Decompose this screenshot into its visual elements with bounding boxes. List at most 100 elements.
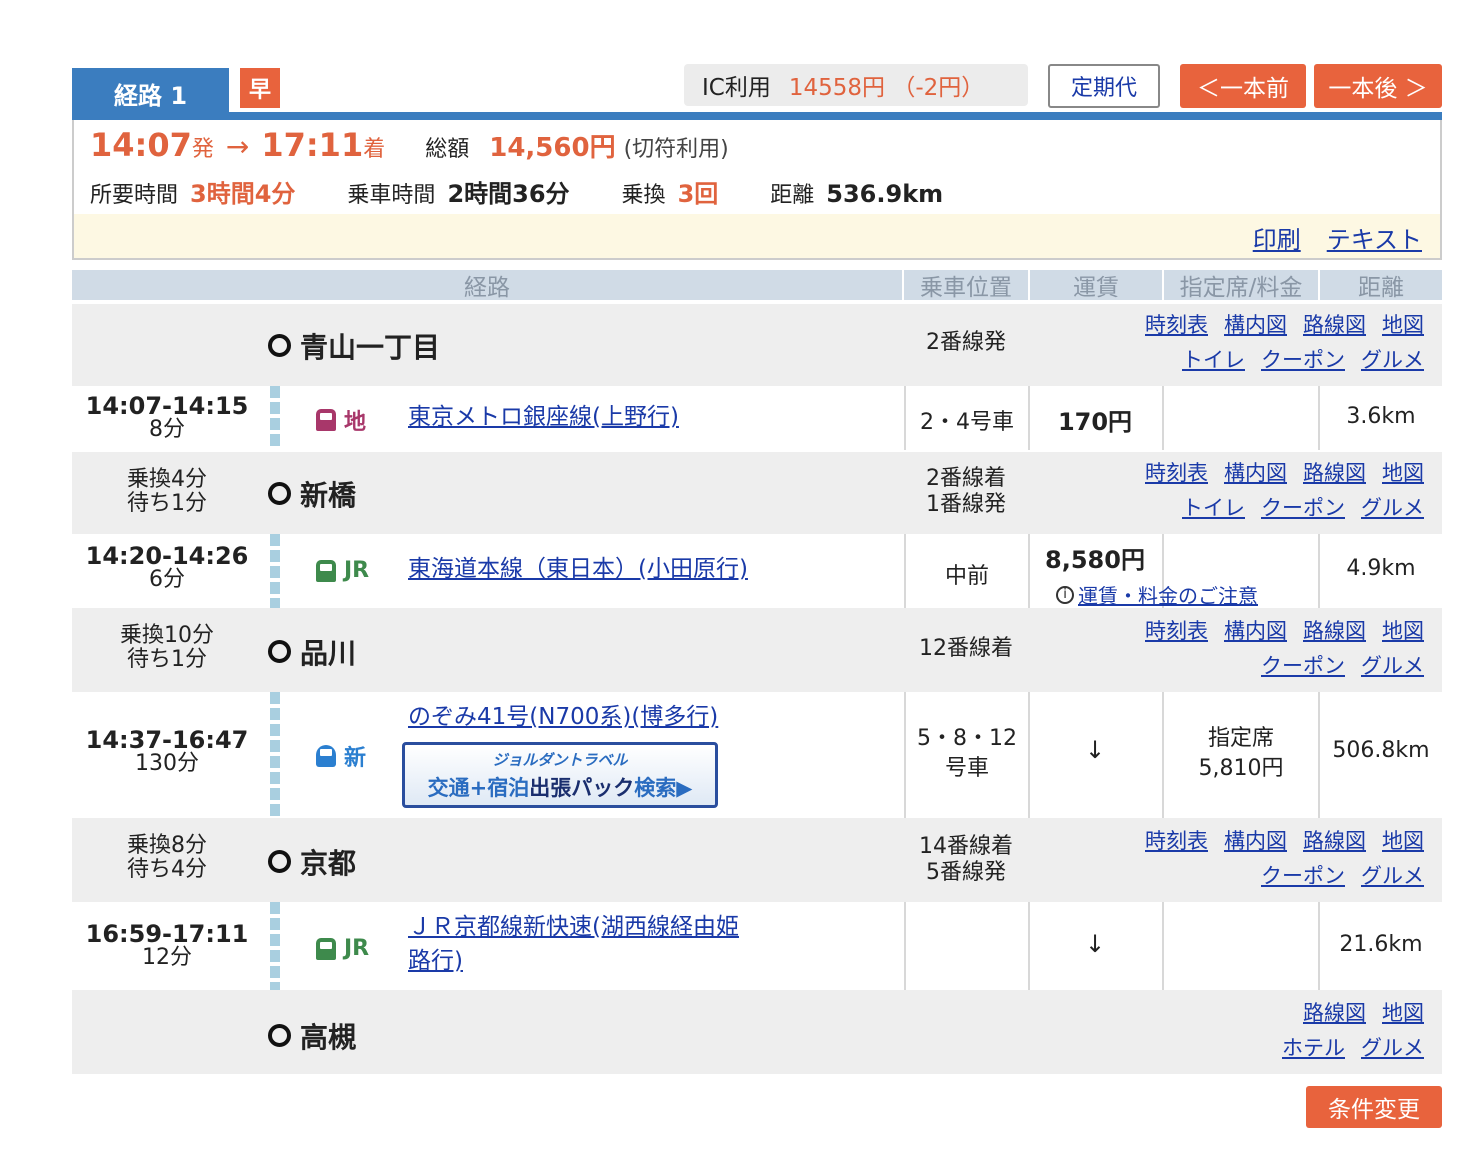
gourmet-link[interactable]: グルメ [1361, 654, 1424, 678]
gourmet-link[interactable]: グルメ [1361, 1036, 1424, 1060]
map-link[interactable]: 地図 [1382, 313, 1424, 337]
rail-line [270, 902, 280, 990]
coupon-link[interactable]: クーポン [1261, 496, 1345, 520]
boarding-position: 5・8・12 号車 [917, 726, 1017, 781]
route-map-link[interactable]: 路線図 [1303, 461, 1366, 485]
fare-value: ↓ [1084, 930, 1106, 958]
banner-text: 交通+宿泊出張パック検索▶ [427, 776, 693, 800]
distance-value: 536.9km [826, 180, 944, 208]
travel-pack-banner[interactable]: ジョルダントラベル 交通+宿泊出張パック検索▶ [402, 742, 718, 808]
line-name-link[interactable]: 東海道本線（東日本）(小田原行) [408, 552, 748, 586]
station-row: 乗換8分 待ち4分 京都 14番線着 5番線発 時刻表 構内図 路線図 地図 クーポン グル… [72, 818, 1442, 902]
next-train-button[interactable]: 一本後 ＞ [1314, 64, 1442, 108]
line-name-link[interactable]: のぞみ41号(N700系)(博多行) [408, 700, 718, 734]
distance-label: 距離 [770, 183, 815, 208]
timetable-link[interactable]: 時刻表 [1145, 461, 1208, 485]
hotel-link[interactable]: ホテル [1282, 1036, 1345, 1060]
fare-notice-link[interactable]: 運賃・料金のご注意 [1078, 580, 1258, 609]
line-type-label: 新 [344, 746, 367, 771]
platform-info: 14番線着 5番線発 [919, 834, 1013, 885]
station-name: 高槻 [300, 1021, 357, 1054]
train-icon [316, 559, 336, 582]
route-tab[interactable]: 経路 1 [72, 68, 229, 118]
col-seat: 指定席/料金 [1164, 270, 1320, 301]
route-map-link[interactable]: 路線図 [1303, 619, 1366, 643]
segment-duration: 12分 [142, 945, 192, 970]
transfer-info: 乗換8分 待ち4分 [127, 833, 207, 882]
station-map-link[interactable]: 構内図 [1224, 619, 1287, 643]
segment-row: 16:59-17:11 12分 JR ＪＲ京都線新快速(湖西線経由姫 路行) ↓ 2… [72, 902, 1442, 990]
station-circle-icon [268, 640, 291, 663]
route-map-link[interactable]: 路線図 [1303, 1001, 1366, 1025]
train-icon [316, 409, 336, 431]
gourmet-link[interactable]: グルメ [1361, 496, 1424, 520]
gourmet-link[interactable]: グルメ [1361, 864, 1424, 888]
gourmet-link[interactable]: グルメ [1361, 348, 1424, 372]
route-map-link[interactable]: 路線図 [1303, 313, 1366, 337]
toilet-link[interactable]: トイレ [1182, 348, 1245, 372]
timetable-link[interactable]: 時刻表 [1145, 619, 1208, 643]
station-circle-icon [268, 850, 291, 873]
transfer-count: 3回 [677, 180, 719, 208]
station-map-link[interactable]: 構内図 [1224, 461, 1287, 485]
depart-suffix: 発 [191, 137, 214, 162]
total-label: 総額 [425, 137, 470, 162]
map-link[interactable]: 地図 [1382, 461, 1424, 485]
summary-times: 14:07 発 → 17:11 着 総額 14,560円 (切符利用) [90, 126, 729, 164]
shinkansen-icon: 新 [316, 740, 366, 772]
depart-time: 14:07 [90, 126, 192, 164]
coupon-link[interactable]: クーポン [1261, 348, 1345, 372]
line-name-link[interactable]: ＪＲ京都線新快速(湖西線経由姫 路行) [408, 910, 739, 978]
ic-fare-box: IC利用 14558円 （-2円） [684, 64, 1028, 106]
col-route: 経路 [72, 270, 904, 301]
transfer-label: 乗換 [621, 183, 666, 208]
map-link[interactable]: 地図 [1382, 619, 1424, 643]
station-links: 時刻表 構内図 路線図 地図 トイレ クーポン グルメ [1129, 308, 1424, 378]
timetable-link[interactable]: 時刻表 [1145, 829, 1208, 853]
transfer-info: 乗換10分 待ち1分 [120, 623, 214, 672]
reserved-seat-fee: 指定席 5,810円 [1198, 726, 1284, 781]
platform-info: 2番線発 [926, 330, 1006, 355]
jr-icon: JR [316, 936, 369, 961]
prev-train-button[interactable]: ＜一本前 [1180, 64, 1306, 108]
segment-duration: 8分 [149, 417, 185, 442]
route-map-link[interactable]: 路線図 [1303, 829, 1366, 853]
station-map-link[interactable]: 構内図 [1224, 829, 1287, 853]
segment-row: 14:07-14:15 8分 地 東京メトロ銀座線(上野行) 2・4号車 170円… [72, 386, 1442, 450]
print-link[interactable]: 印刷 [1253, 220, 1301, 255]
arrow-icon: → [225, 130, 250, 163]
line-name-link[interactable]: 東京メトロ銀座線(上野行) [408, 400, 679, 434]
station-circle-icon [268, 1024, 291, 1047]
arrive-suffix: 着 [363, 137, 386, 162]
arrive-time: 17:11 [261, 126, 364, 164]
change-conditions-button[interactable]: 条件変更 [1306, 1086, 1442, 1128]
duration-label: 所要時間 [90, 183, 179, 208]
boarding-position: 中前 [944, 564, 989, 589]
map-link[interactable]: 地図 [1382, 829, 1424, 853]
platform-info: 12番線着 [919, 636, 1013, 661]
station-map-link[interactable]: 構内図 [1224, 313, 1287, 337]
ride-value: 2時間36分 [447, 180, 570, 208]
coupon-link[interactable]: クーポン [1261, 654, 1345, 678]
table-header: 経路 乗車位置 運賃 指定席/料金 距離 [72, 270, 1442, 301]
line-type-label: 地 [344, 410, 367, 435]
fare-value: 170円 [1057, 408, 1133, 436]
col-position: 乗車位置 [904, 270, 1030, 301]
col-distance: 距離 [1358, 275, 1404, 301]
segment-row: 14:37-16:47 130分 新 のぞみ41号(N700系)(博多行) ジョル… [72, 692, 1442, 818]
banner-brand: ジョルダントラベル [492, 751, 628, 769]
station-name: 青山一丁目 [300, 331, 441, 364]
station-links: 時刻表 構内図 路線図 地図 クーポン グルメ [1129, 824, 1424, 894]
station-circle-icon [268, 482, 291, 505]
segment-duration: 6分 [149, 567, 185, 592]
map-link[interactable]: 地図 [1382, 1001, 1424, 1025]
commuter-pass-button[interactable]: 定期代 [1048, 64, 1160, 108]
timetable-link[interactable]: 時刻表 [1145, 313, 1208, 337]
coupon-link[interactable]: クーポン [1261, 864, 1345, 888]
segment-distance: 506.8km [1332, 738, 1430, 763]
text-link[interactable]: テキスト [1327, 220, 1422, 255]
toilet-link[interactable]: トイレ [1182, 496, 1245, 520]
segment-time: 16:59-17:11 12分 [72, 922, 262, 970]
summary-links-bar [74, 214, 1440, 258]
segment-time: 14:07-14:15 8分 [72, 394, 262, 442]
